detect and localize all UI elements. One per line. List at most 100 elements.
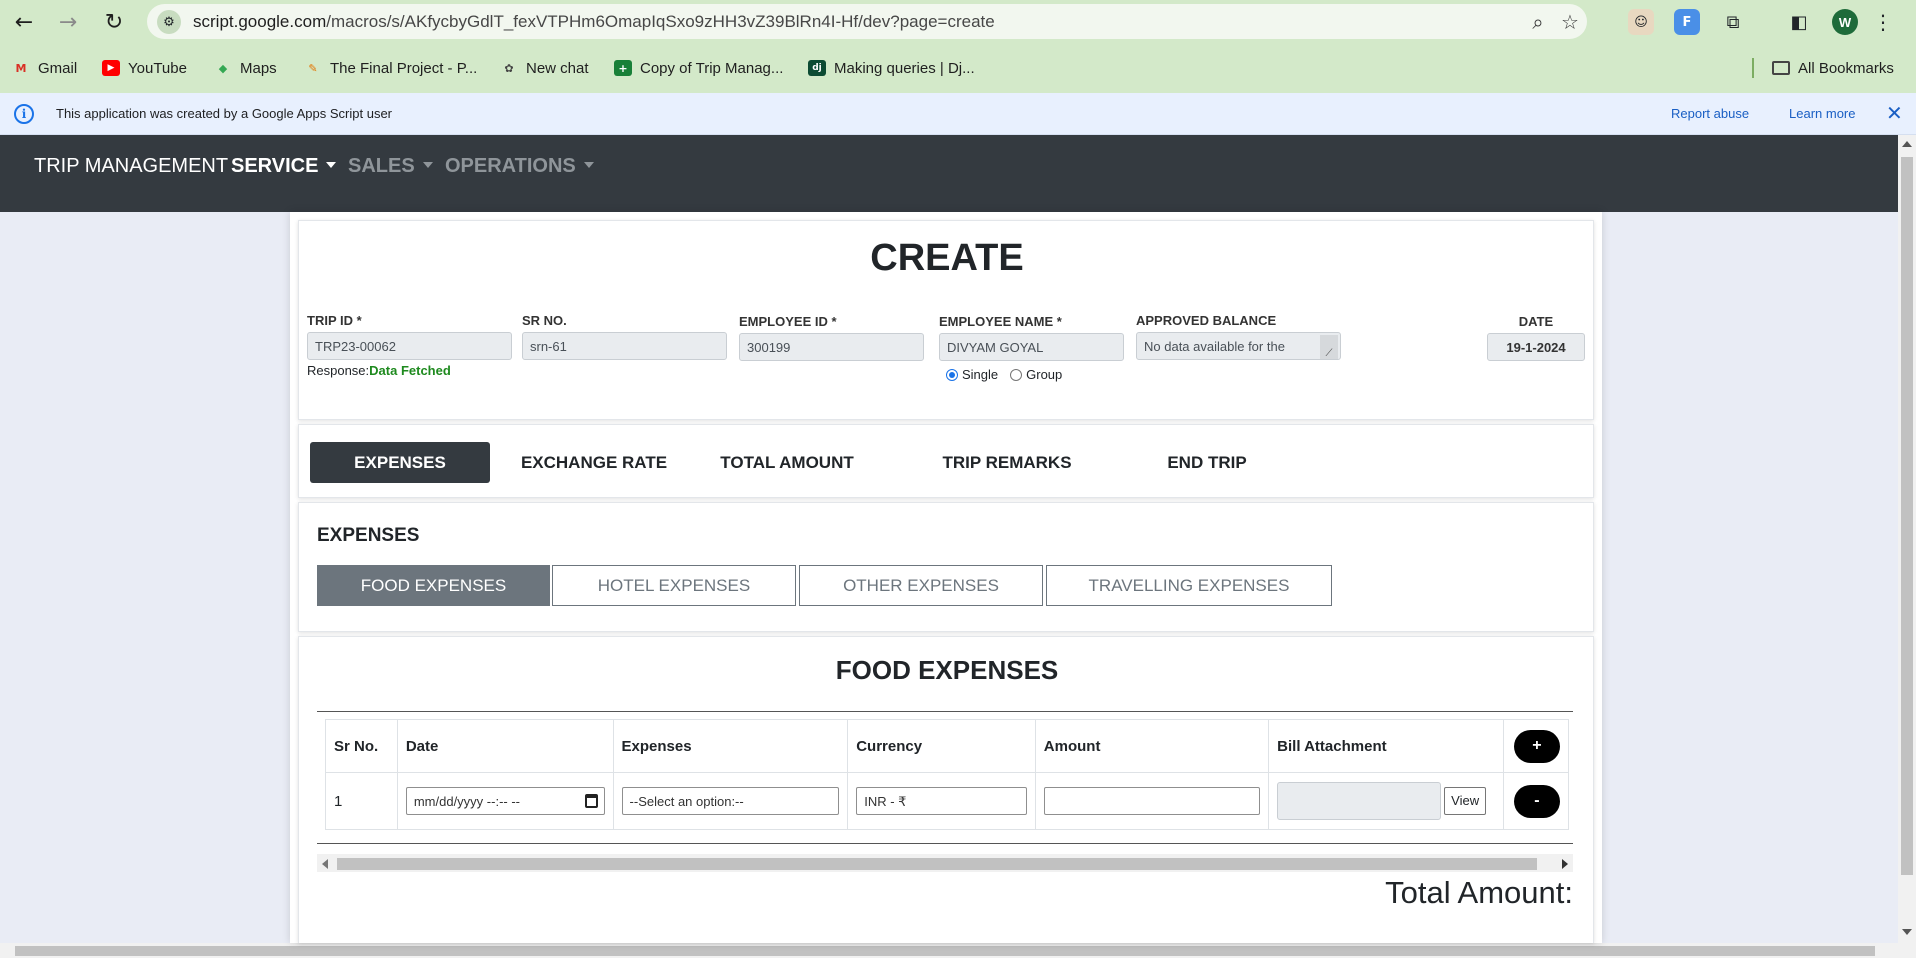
side-panel-icon[interactable]: ◧ xyxy=(1786,9,1812,35)
tab-trip-remarks[interactable]: TRIP REMARKS xyxy=(919,442,1095,483)
view-bill-button[interactable]: View xyxy=(1444,787,1487,815)
radio-group-label: Group xyxy=(1026,367,1063,382)
employee-id-field: EMPLOYEE ID * 300199 xyxy=(739,314,924,361)
content-container: CREATE TRIP ID * TRP23-00062 SR NO. srn-… xyxy=(290,212,1602,943)
bookmark-label: YouTube xyxy=(128,59,187,77)
subtab-other-expenses[interactable]: OTHER EXPENSES xyxy=(799,565,1043,606)
employee-id-input[interactable]: 300199 xyxy=(739,333,924,361)
scroll-thumb[interactable] xyxy=(1901,157,1913,875)
url-text[interactable]: script.google.com/macros/s/AKfycbyGdlT_f… xyxy=(193,12,995,32)
all-bookmarks[interactable]: All Bookmarks xyxy=(1772,57,1894,79)
caret-down-icon xyxy=(422,162,433,168)
employee-name-input[interactable]: DIVYAM GOYAL xyxy=(939,333,1124,361)
page-vertical-scrollbar[interactable] xyxy=(1898,135,1916,943)
bookmark-final-project[interactable]: ✎ The Final Project - P... xyxy=(304,57,477,79)
address-bar[interactable]: ⚙ script.google.com/macros/s/AKfycbyGdlT… xyxy=(147,4,1587,39)
nav-service[interactable]: SERVICE xyxy=(231,155,337,178)
youtube-icon: ▶ xyxy=(102,60,120,76)
subtab-food-expenses[interactable]: FOOD EXPENSES xyxy=(317,565,550,606)
nav-operations[interactable]: OPERATIONS xyxy=(445,155,594,178)
resize-grip-icon[interactable]: ⟋ xyxy=(1320,335,1338,359)
profile-avatar[interactable]: W xyxy=(1832,9,1858,35)
date-placeholder: mm/dd/yyyy --:-- -- xyxy=(413,794,520,809)
sr-no-input[interactable]: srn-61 xyxy=(522,332,727,360)
subtab-travelling-expenses[interactable]: TRAVELLING EXPENSES xyxy=(1046,565,1332,606)
forward-icon[interactable]: → xyxy=(54,8,82,36)
row-date-cell: mm/dd/yyyy --:-- -- xyxy=(396,772,614,830)
bookmark-gmail[interactable]: M Gmail xyxy=(12,57,78,79)
chat-icon: ✿ xyxy=(504,61,514,75)
remove-row-button[interactable]: - xyxy=(1513,784,1560,818)
radio-checked-icon[interactable] xyxy=(946,368,958,381)
bookmark-django[interactable]: dj Making queries | Dj... xyxy=(808,57,975,79)
table-horizontal-scrollbar[interactable] xyxy=(317,854,1573,872)
project-icon: ✎ xyxy=(308,61,318,75)
table-row: 1 mm/dd/yyyy --:-- -- --Select an option… xyxy=(325,772,1570,830)
currency-input[interactable]: INR - ₹ xyxy=(856,787,1027,815)
divider xyxy=(317,711,1573,712)
bookmark-trip-sheet[interactable]: + Copy of Trip Manag... xyxy=(614,57,783,79)
folder-icon xyxy=(1772,61,1790,75)
report-abuse-link[interactable]: Report abuse xyxy=(1671,106,1749,121)
back-icon[interactable]: ← xyxy=(10,8,38,36)
trip-id-input[interactable]: TRP23-00062 xyxy=(307,332,512,360)
col-date: Date xyxy=(396,719,614,773)
approved-balance-field: APPROVED BALANCE No data available for t… xyxy=(1136,313,1341,360)
browser-menu-icon[interactable]: ⋮ xyxy=(1872,8,1894,36)
response-status: Response:Data Fetched xyxy=(307,363,451,378)
radio-unchecked-icon[interactable] xyxy=(1010,368,1023,381)
nav-sales[interactable]: SALES xyxy=(348,155,433,178)
calendar-icon[interactable] xyxy=(584,794,598,808)
tab-expenses[interactable]: EXPENSES xyxy=(310,442,490,483)
close-banner-icon[interactable]: ✕ xyxy=(1886,101,1903,125)
page-horizontal-scrollbar[interactable] xyxy=(0,943,1916,958)
gmail-icon: M xyxy=(15,61,27,75)
reload-icon[interactable]: ↻ xyxy=(100,8,128,36)
learn-more-link[interactable]: Learn more xyxy=(1789,106,1855,121)
url-path: /macros/s/AKfycbyGdlT_fexVTPHm6OmapIqSxo… xyxy=(326,12,995,31)
radio-group[interactable]: Group xyxy=(1010,367,1062,382)
expenses-subtabs-card: EXPENSES FOOD EXPENSES HOTEL EXPENSES OT… xyxy=(298,502,1594,632)
banner-message: This application was created by a Google… xyxy=(56,106,393,121)
scroll-left-icon[interactable] xyxy=(322,859,328,869)
amount-input[interactable] xyxy=(1043,787,1261,815)
zoom-icon[interactable]: ⌕ xyxy=(1525,9,1551,35)
page-title: CREATE xyxy=(870,237,1024,279)
sheets-icon: + xyxy=(614,60,632,76)
create-form-card: CREATE TRIP ID * TRP23-00062 SR NO. srn-… xyxy=(298,220,1594,420)
tab-total-amount[interactable]: TOTAL AMOUNT xyxy=(699,442,875,483)
scroll-down-icon[interactable] xyxy=(1902,929,1912,935)
expense-select[interactable]: --Select an option:-- xyxy=(621,787,840,815)
bookmark-label: Gmail xyxy=(38,59,78,77)
site-info-icon[interactable]: ⚙ xyxy=(157,10,181,34)
date-input[interactable]: mm/dd/yyyy --:-- -- xyxy=(405,787,605,815)
scroll-right-icon[interactable] xyxy=(1562,859,1568,869)
bookmark-youtube[interactable]: ▶ YouTube xyxy=(102,57,187,79)
radio-single[interactable]: Single xyxy=(946,367,998,382)
col-expenses: Expenses xyxy=(612,719,849,773)
approved-balance-textarea[interactable]: No data available for the ⟋ xyxy=(1136,332,1341,360)
extension-avatar-icon[interactable]: ☺ xyxy=(1628,9,1654,35)
bookmark-label: New chat xyxy=(526,59,589,77)
bookmark-maps[interactable]: ◆ Maps xyxy=(214,57,277,79)
nav-sales-label: SALES xyxy=(348,155,415,177)
subtab-hotel-expenses[interactable]: HOTEL EXPENSES xyxy=(552,565,796,606)
navbar-brand[interactable]: TRIP MANAGEMENT xyxy=(34,155,228,178)
tab-end-trip[interactable]: END TRIP xyxy=(1119,442,1295,483)
add-row-button[interactable]: + xyxy=(1513,729,1560,763)
scroll-thumb[interactable] xyxy=(15,946,1875,956)
date-input[interactable]: 19-1-2024 xyxy=(1487,333,1585,361)
scroll-up-icon[interactable] xyxy=(1902,141,1912,147)
tab-exchange-rate[interactable]: EXCHANGE RATE xyxy=(506,442,682,483)
browser-toolbar: ← → ↻ ⚙ script.google.com/macros/s/AKfyc… xyxy=(0,0,1916,43)
row-actions-cell: - xyxy=(1502,772,1570,830)
bill-file-input[interactable] xyxy=(1277,782,1442,820)
extension-fi-icon[interactable]: F xyxy=(1674,9,1700,35)
col-sr-no: Sr No. xyxy=(325,719,398,773)
trip-id-label: TRIP ID * xyxy=(307,313,362,328)
scroll-thumb[interactable] xyxy=(337,858,1537,870)
extensions-puzzle-icon[interactable]: ⧉ xyxy=(1720,9,1746,35)
bookmark-new-chat[interactable]: ✿ New chat xyxy=(500,57,589,79)
bookmark-star-icon[interactable]: ☆ xyxy=(1557,9,1583,35)
food-expenses-card: FOOD EXPENSES Sr No. Date Expenses Curre… xyxy=(298,636,1594,943)
